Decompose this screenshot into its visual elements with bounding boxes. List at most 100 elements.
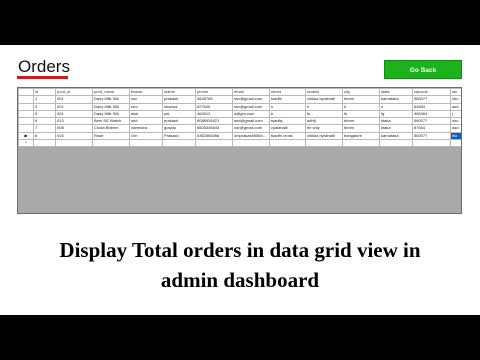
table-cell[interactable]: blo bbox=[450, 131, 461, 141]
table-cell[interactable]: ktaka bbox=[379, 124, 413, 133]
table-cell[interactable] bbox=[162, 139, 196, 148]
table-cell[interactable]: adhfj bbox=[305, 117, 343, 126]
table-cell[interactable]: 8088926421 bbox=[195, 117, 233, 126]
table-cell[interactable]: 6362565456 bbox=[195, 131, 233, 141]
table-cell[interactable]: tle only bbox=[305, 124, 343, 133]
table-cell[interactable] bbox=[379, 139, 413, 148]
orders-data-grid[interactable]: id prod_id prod_name fname lname phone email st… bbox=[17, 87, 462, 214]
table-cell[interactable]: nar@gmail.com bbox=[232, 124, 270, 133]
table-cell[interactable]: narendra bbox=[129, 124, 163, 133]
table-cell[interactable]: bbnm bbox=[342, 95, 380, 104]
table-cell[interactable]: chikka byrahatti bbox=[305, 131, 343, 141]
row-header-cell[interactable] bbox=[18, 102, 34, 111]
table-cell[interactable]: 464512 bbox=[195, 109, 233, 119]
table-cell[interactable]: ssv@gmail.com bbox=[232, 102, 270, 111]
table-cell[interactable]: tsadfh bbox=[269, 95, 306, 104]
table-cell[interactable]: ssv bbox=[129, 95, 163, 104]
table-cell[interactable]: 001 bbox=[55, 102, 93, 111]
table-cell[interactable]: 627645 bbox=[195, 102, 233, 111]
table-cell[interactable] bbox=[450, 139, 461, 148]
table-cell[interactable]: fs bbox=[342, 109, 380, 119]
table-cell[interactable]: shu bbox=[450, 117, 461, 126]
table-cell[interactable]: 3 bbox=[33, 102, 56, 111]
table-row[interactable]: * bbox=[18, 139, 461, 148]
column-header[interactable]: locality bbox=[305, 88, 343, 97]
table-cell[interactable]: prakash bbox=[162, 95, 196, 104]
table-cell[interactable]: 5845765 bbox=[195, 95, 233, 104]
table-cell[interactable]: 013 bbox=[55, 117, 93, 126]
table-row[interactable]: 1 001 Dairy Milk Silk ssv prakash 5845765 ssv@… bbox=[18, 95, 461, 104]
table-cell[interactable]: sed@gmail.com bbox=[232, 117, 270, 126]
table-cell[interactable] bbox=[195, 139, 233, 148]
table-cell[interactable]: h bbox=[305, 102, 343, 111]
table-row[interactable]: 3 001 Dairy Milk Silk tom sharma 627645 ssv@gm… bbox=[18, 102, 461, 111]
table-cell[interactable]: sharma bbox=[162, 102, 196, 111]
table-cell[interactable]: 001 bbox=[55, 109, 93, 119]
column-header[interactable]: city bbox=[342, 88, 380, 97]
table-cell[interactable]: ktaka bbox=[379, 117, 413, 126]
row-header-cell[interactable] bbox=[18, 95, 34, 104]
table-cell[interactable]: 001 bbox=[55, 95, 93, 104]
table-cell[interactable]: 008 bbox=[55, 124, 93, 133]
table-cell[interactable]: karnataka bbox=[379, 95, 413, 104]
table-cell[interactable]: sed bbox=[129, 117, 163, 126]
table-cell[interactable]: fg bbox=[379, 109, 413, 119]
table-cell[interactable]: Chota Bheem bbox=[92, 124, 130, 133]
column-header[interactable]: email bbox=[232, 88, 270, 97]
table-cell[interactable]: karnataka bbox=[379, 131, 413, 141]
table-cell[interactable]: Dairy Milk Silk bbox=[92, 109, 130, 119]
table-cell[interactable] bbox=[342, 139, 380, 148]
table-cell[interactable] bbox=[33, 139, 56, 148]
table-row[interactable]: 7 008 Chota Bheem narendra gowda 6605345644 na… bbox=[18, 124, 461, 133]
table-cell[interactable]: alok bbox=[129, 109, 163, 119]
table-cell[interactable]: Rose bbox=[92, 131, 130, 141]
table-cell[interactable]: 560077 bbox=[412, 131, 451, 141]
column-header[interactable]: state bbox=[379, 88, 413, 97]
row-header-cell[interactable]: ▶ bbox=[18, 131, 34, 141]
table-cell[interactable]: Dairy Milk Silk bbox=[92, 95, 130, 104]
table-cell[interactable]: tom bbox=[129, 102, 163, 111]
table-cell[interactable]: bbnm bbox=[342, 124, 380, 133]
table-cell[interactable] bbox=[232, 139, 270, 148]
table-cell[interactable] bbox=[412, 139, 451, 148]
table-cell[interactable]: n bbox=[379, 102, 413, 111]
table-cell[interactable]: Om bbox=[129, 131, 163, 141]
row-header-cell[interactable] bbox=[18, 117, 34, 126]
table-cell[interactable]: 465464 bbox=[412, 109, 451, 119]
table-cell[interactable]: 7 bbox=[33, 124, 56, 133]
table-cell[interactable]: bangalore bbox=[342, 131, 380, 141]
column-header[interactable]: zipcode bbox=[412, 88, 451, 97]
table-cell[interactable]: asd bbox=[450, 102, 461, 111]
column-header[interactable]: lan bbox=[450, 88, 461, 97]
table-cell[interactable]: Bern 5G Watch bbox=[92, 117, 130, 126]
table-cell[interactable]: cyalahalli bbox=[269, 124, 306, 133]
table-cell[interactable]: 6 bbox=[33, 117, 56, 126]
table-cell[interactable]: 560077 bbox=[412, 95, 451, 104]
column-header[interactable]: prod_id bbox=[55, 88, 93, 97]
table-cell[interactable] bbox=[129, 139, 163, 148]
table-cell[interactable]: fs bbox=[305, 109, 343, 119]
row-header-cell[interactable] bbox=[18, 124, 34, 133]
table-cell[interactable] bbox=[92, 139, 130, 148]
column-header[interactable]: prod_name bbox=[92, 88, 130, 97]
column-header[interactable]: phone bbox=[195, 88, 233, 97]
row-header-cell[interactable] bbox=[18, 109, 34, 119]
table-cell[interactable]: h bbox=[342, 102, 380, 111]
table-cell[interactable] bbox=[305, 139, 343, 148]
go-back-button[interactable]: Go Back bbox=[384, 60, 462, 79]
row-header-cell[interactable]: * bbox=[18, 139, 34, 148]
table-cell[interactable]: 87654 bbox=[412, 124, 451, 133]
table-cell[interactable]: h bbox=[269, 102, 306, 111]
column-header[interactable]: lname bbox=[162, 88, 196, 97]
table-cell[interactable]: b bbox=[269, 109, 306, 119]
table-cell[interactable]: ssv@gmail.com bbox=[232, 95, 270, 104]
table-cell[interactable]: 6605345644 bbox=[195, 124, 233, 133]
table-cell[interactable]: pai bbox=[162, 109, 196, 119]
table-cell[interactable]: 64654 bbox=[412, 102, 451, 111]
grid-corner-cell[interactable] bbox=[18, 88, 34, 97]
column-header[interactable]: fname bbox=[129, 88, 163, 97]
table-cell[interactable]: prakash bbox=[162, 117, 196, 126]
table-cell[interactable]: bbnm bbox=[342, 117, 380, 126]
table-cell[interactable]: Dairy Milk Silk bbox=[92, 102, 130, 111]
table-cell[interactable] bbox=[55, 139, 93, 148]
